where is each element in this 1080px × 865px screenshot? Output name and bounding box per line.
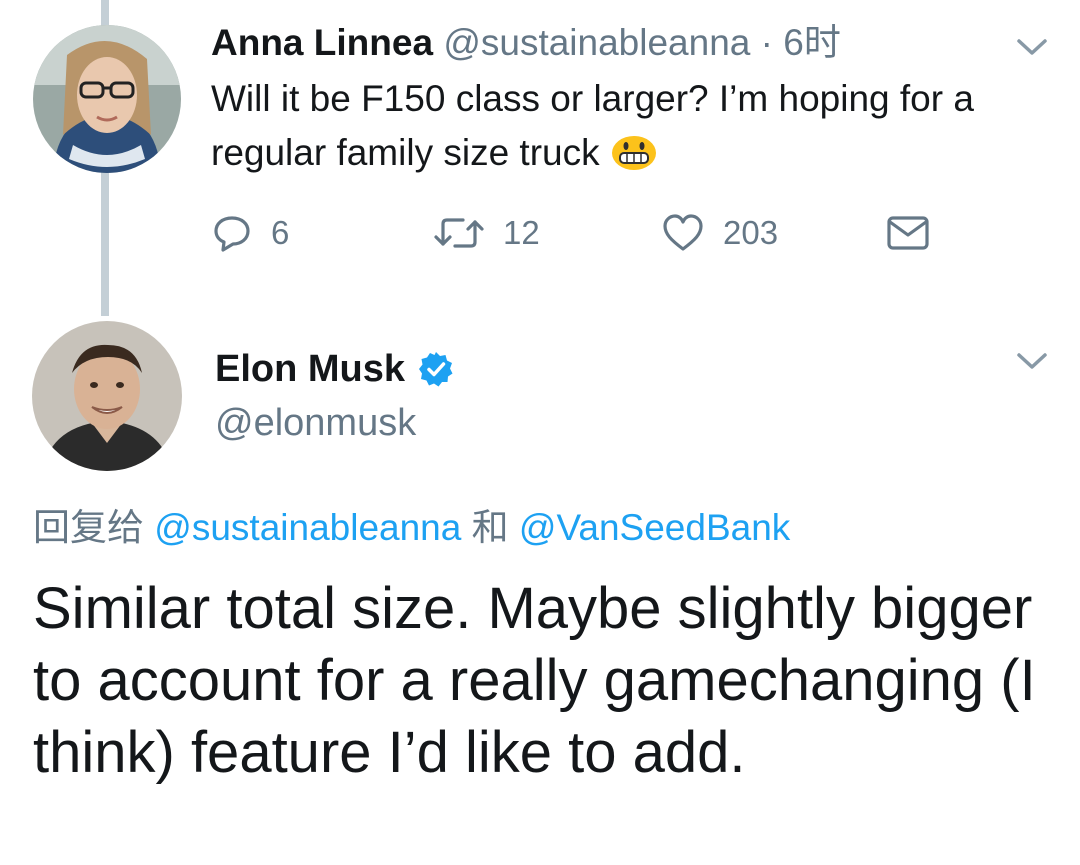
tweet-body: Will it be F150 class or larger? I’m hop… xyxy=(211,78,974,173)
author-handle[interactable]: @elonmusk xyxy=(215,398,416,448)
author-handle[interactable]: @sustainableanna xyxy=(443,22,750,63)
tweet-timestamp[interactable]: 6时 xyxy=(783,22,841,63)
replying-to-conjunction: 和 xyxy=(471,507,509,548)
like-count: 203 xyxy=(723,214,779,251)
avatar-image xyxy=(32,321,182,471)
tweet-thread: Anna Linnea @sustainableanna · 6时 Will i… xyxy=(0,0,1080,865)
mention-link[interactable]: @VanSeedBank xyxy=(519,507,790,548)
main-tweet-text: Similar total size. Maybe slightly bigge… xyxy=(33,576,1036,785)
replying-to-line: 回复给 @sustainableanna 和 @VanSeedBank xyxy=(33,503,790,553)
main-tweet-author-row: Elon Musk xyxy=(215,344,455,394)
like-button[interactable]: 203 xyxy=(661,205,778,261)
retweet-button[interactable]: 12 xyxy=(433,205,540,261)
mention-link[interactable]: @sustainableanna xyxy=(154,507,461,548)
separator-dot: · xyxy=(760,22,773,63)
retweet-icon xyxy=(434,218,484,248)
retweet-count: 12 xyxy=(503,214,540,251)
reply-count: 6 xyxy=(271,214,290,251)
avatar-elon-musk[interactable] xyxy=(32,321,182,471)
avatar-image xyxy=(33,25,181,173)
parent-tweet-header: Anna Linnea @sustainableanna · 6时 xyxy=(211,20,841,66)
heart-icon xyxy=(663,214,703,251)
grinning-face-icon xyxy=(611,136,656,170)
direct-message-button[interactable] xyxy=(886,205,930,261)
tweet-actions-bar: 6 12 203 xyxy=(211,205,951,261)
verified-badge-icon xyxy=(419,352,453,387)
reply-icon xyxy=(214,216,250,252)
replying-to-label: 回复给 xyxy=(33,507,144,548)
author-name[interactable]: Anna Linnea xyxy=(211,22,433,63)
reply-button[interactable]: 6 xyxy=(211,205,289,261)
envelope-icon xyxy=(887,216,929,250)
chevron-down-icon[interactable] xyxy=(1015,350,1049,372)
chevron-down-icon[interactable] xyxy=(1015,36,1049,58)
parent-tweet-text: Will it be F150 class or larger? I’m hop… xyxy=(211,72,1061,180)
author-name[interactable]: Elon Musk xyxy=(215,344,405,394)
avatar-anna-linnea[interactable] xyxy=(33,25,181,173)
